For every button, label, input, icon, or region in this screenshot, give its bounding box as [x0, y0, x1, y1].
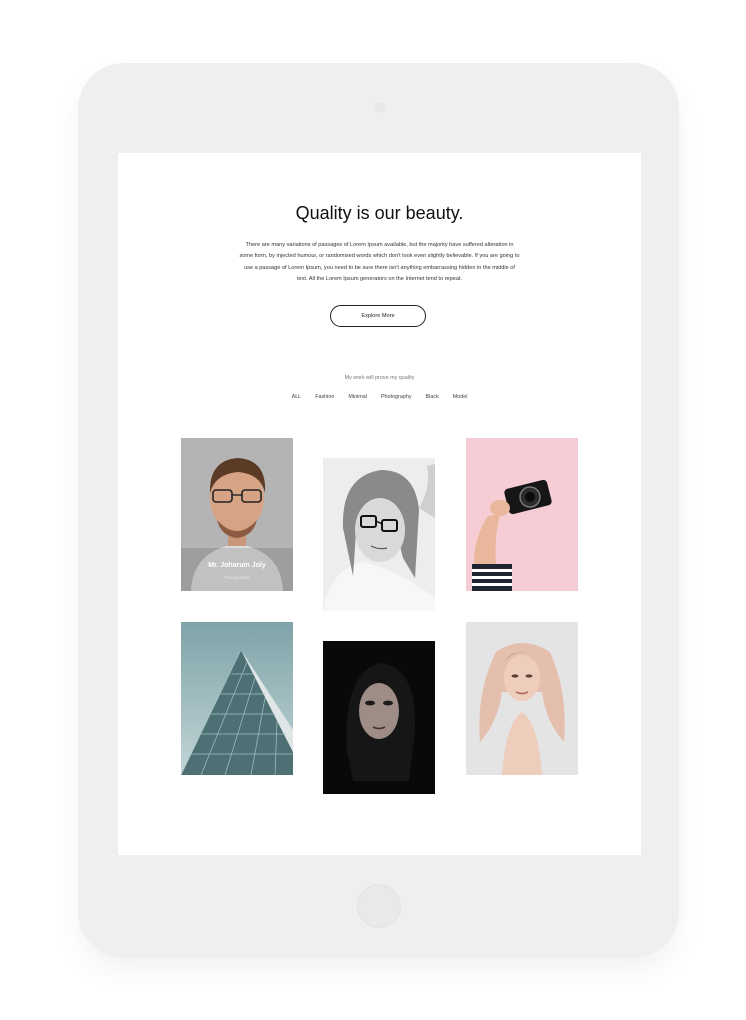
- camera-icon: [374, 102, 385, 113]
- portfolio-item-architecture[interactable]: [181, 622, 293, 775]
- camera-hand-image: [466, 438, 578, 591]
- filter-all[interactable]: ALL: [292, 394, 302, 400]
- woman-glasses-image: [323, 458, 435, 611]
- filter-model[interactable]: Model: [453, 394, 468, 400]
- explore-more-button[interactable]: Explore More: [330, 305, 426, 327]
- intro-text: There are many variations of passages of…: [239, 242, 520, 283]
- portfolio-item-camera-hand[interactable]: [466, 438, 578, 591]
- filter-minimal[interactable]: Minimal: [348, 394, 367, 400]
- portfolio-item-woman-glasses[interactable]: [323, 458, 435, 611]
- filter-fashion[interactable]: Fashion: [315, 394, 334, 400]
- woman-hands-image: [466, 622, 578, 775]
- portfolio-item-dark-portrait[interactable]: [323, 641, 435, 794]
- portfolio-item-category: Photography: [224, 575, 250, 580]
- filter-photography[interactable]: Photography: [381, 394, 412, 400]
- portfolio-tagline: My work will prove my quality: [344, 375, 415, 381]
- page-title: Quality is our beauty.: [295, 203, 464, 223]
- portfolio-item-woman-hands[interactable]: [466, 622, 578, 775]
- tablet-screen: Quality is our beauty. There are many va…: [118, 153, 641, 855]
- dark-portrait-image: [323, 641, 435, 794]
- portfolio-item-man-portrait[interactable]: Mr. Joharuin Joly Photography: [181, 438, 293, 591]
- filter-black[interactable]: Black: [426, 394, 439, 400]
- architecture-image: [181, 622, 293, 775]
- tablet-frame: Quality is our beauty. There are many va…: [78, 63, 679, 958]
- home-button[interactable]: [357, 884, 401, 928]
- portfolio-filter-bar: ALL Fashion Minimal Photography Black Mo…: [118, 394, 641, 400]
- portfolio-item-name: Mr. Joharuin Joly: [208, 562, 266, 569]
